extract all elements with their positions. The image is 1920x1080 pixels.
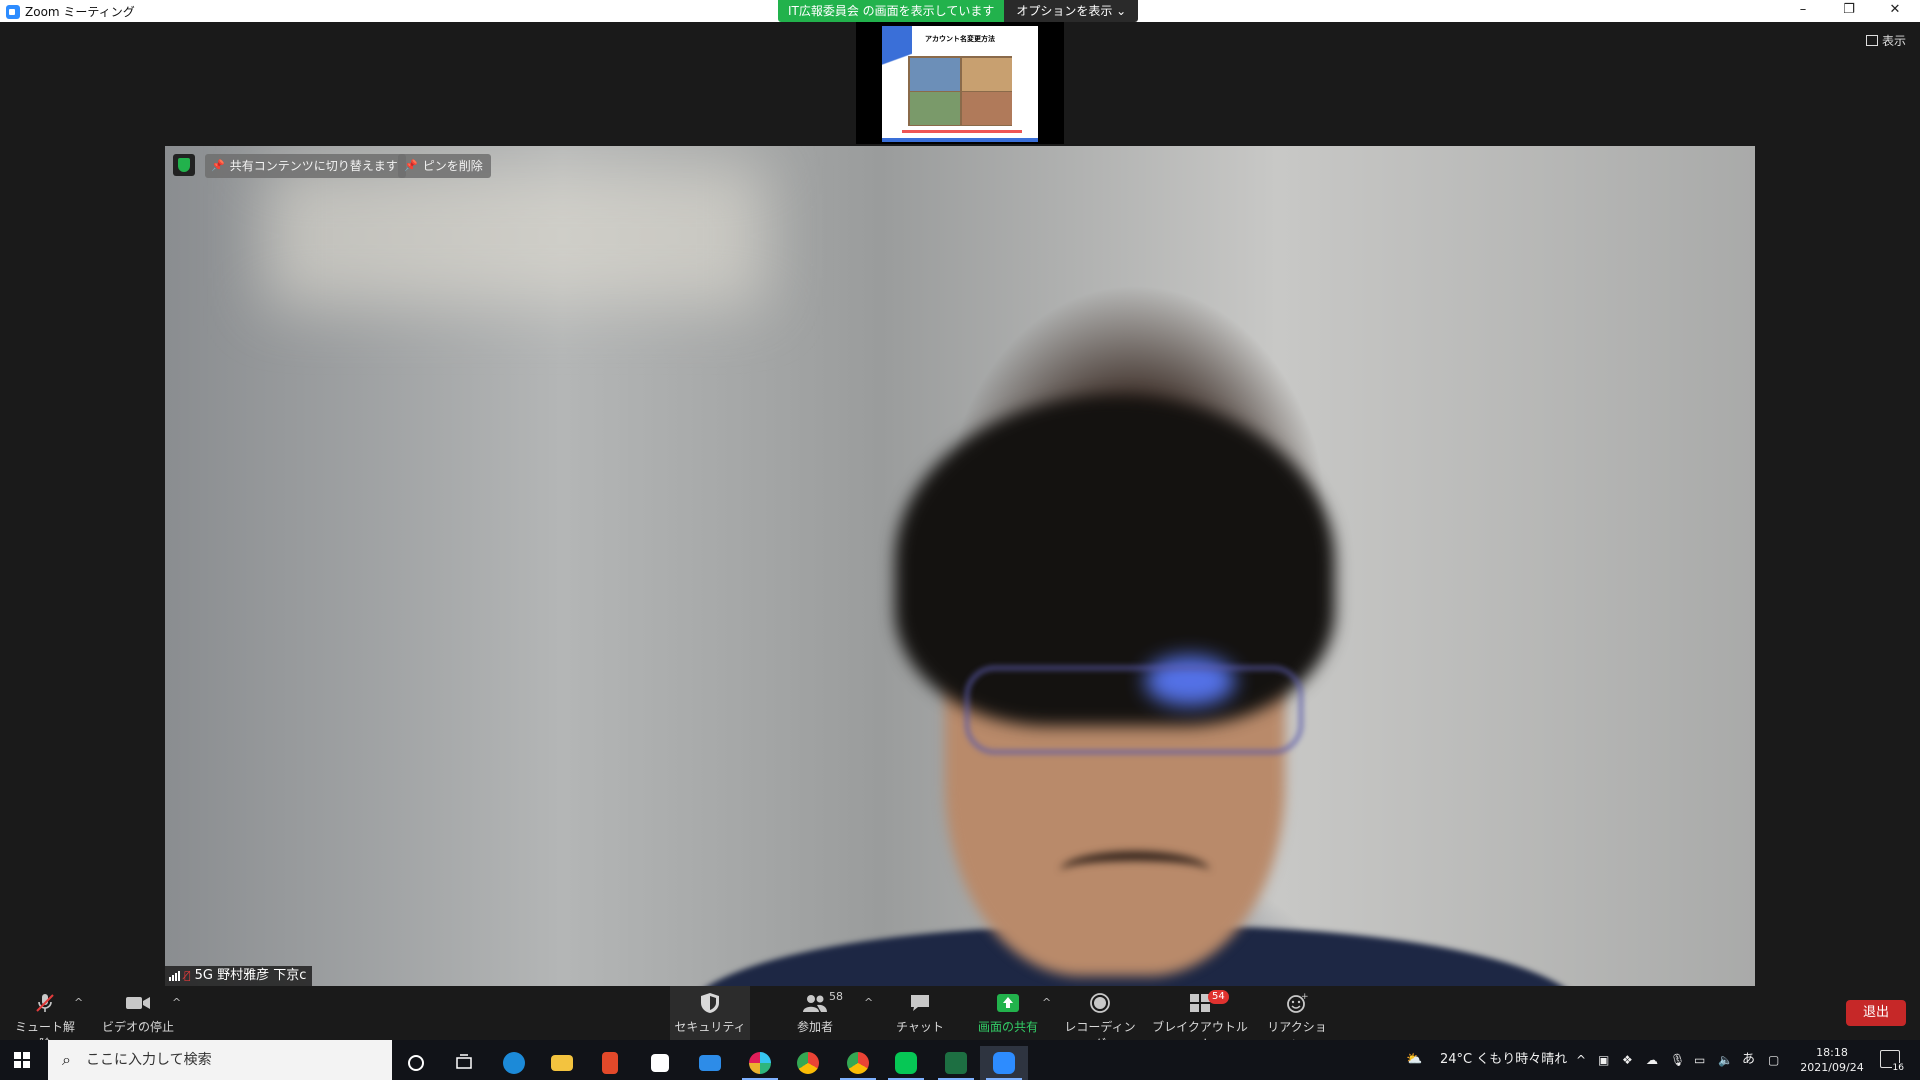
clock-time: 18:18	[1816, 1046, 1848, 1059]
pin-icon: 📌	[404, 159, 418, 172]
mic-muted-icon: 🎙̸	[184, 969, 191, 982]
record-icon	[1062, 992, 1138, 1014]
chrome-profile-icon[interactable]	[834, 1046, 882, 1080]
chat-label: チャット	[896, 1020, 944, 1034]
onedrive-icon[interactable]: ☁	[1646, 1040, 1658, 1080]
signal-icon	[169, 971, 180, 981]
search-icon: ⌕	[62, 1050, 71, 1069]
title-bar: Zoom ミーティング IT広報委員会 の画面を表示しています オプションを表示…	[0, 0, 1920, 22]
office-icon[interactable]	[586, 1046, 634, 1080]
video-camera-icon	[100, 992, 176, 1014]
store-icon[interactable]	[636, 1046, 684, 1080]
close-button[interactable]: ✕	[1872, 0, 1918, 22]
svg-text:+: +	[1301, 992, 1308, 1002]
view-button-label: 表示	[1881, 34, 1906, 48]
slide-title: アカウント名変更方法	[925, 35, 995, 43]
cortana-icon[interactable]	[392, 1046, 440, 1080]
stop-video-label: ビデオの停止	[101, 1020, 174, 1034]
shared-screen-thumbnail[interactable]: アカウント名変更方法	[856, 22, 1064, 144]
notification-center-icon[interactable]: 16	[1880, 1050, 1905, 1073]
grid-icon	[1865, 35, 1878, 46]
switch-label: 共有コンテンツに切り替えます	[229, 159, 398, 173]
notification-count: 16	[1891, 1063, 1905, 1073]
volume-icon[interactable]: 🔈	[1718, 1040, 1733, 1080]
chat-button[interactable]: チャット	[890, 992, 950, 1035]
search-placeholder: ここに入力して検索	[86, 1052, 212, 1068]
tray-overflow-chevron-icon[interactable]: ^	[1576, 1040, 1586, 1080]
windows-start-icon[interactable]	[14, 1052, 30, 1068]
slide-image	[908, 56, 1012, 126]
video-background	[265, 166, 765, 306]
dropbox-icon[interactable]: ❖	[1622, 1040, 1633, 1080]
clock-date: 2021/09/24	[1800, 1061, 1864, 1074]
leave-button[interactable]: 退出	[1846, 1000, 1906, 1026]
file-explorer-icon[interactable]	[538, 1046, 586, 1080]
ime-indicator[interactable]: あ	[1742, 1040, 1755, 1080]
zoom-taskbar-icon[interactable]	[980, 1046, 1028, 1080]
weather-text[interactable]: 24°C くもり時々晴れ	[1440, 1040, 1567, 1080]
view-options-button[interactable]: オプションを表示 ⌄	[1004, 0, 1139, 22]
minimize-button[interactable]: –	[1780, 0, 1826, 22]
window-title: Zoom ミーティング	[25, 5, 135, 19]
main-video[interactable]: 📌 共有コンテンツに切り替えます 📌 ピンを削除 🎙̸ 5G 野村雅彦 下京c	[165, 146, 1755, 986]
excel-icon[interactable]	[932, 1046, 980, 1080]
breakout-rooms-icon: 54	[1148, 990, 1252, 1014]
slide-bottom-bar	[882, 138, 1038, 142]
participants-icon: 58	[785, 990, 845, 1014]
security-button[interactable]: セキュリティ	[670, 992, 750, 1035]
video-options-caret[interactable]: ^	[172, 996, 181, 1009]
participant-count: 58	[829, 990, 843, 1003]
ime-pad-icon[interactable]: ▢	[1768, 1040, 1779, 1080]
slack-icon[interactable]	[736, 1046, 784, 1080]
line-icon[interactable]	[882, 1046, 930, 1080]
video-glasses	[965, 666, 1303, 754]
encryption-shield-icon[interactable]	[173, 154, 195, 176]
unpin-button[interactable]: 📌 ピンを削除	[398, 154, 491, 178]
taskbar-clock[interactable]: 18:18 2021/09/24	[1796, 1045, 1868, 1075]
restore-button[interactable]: ❐	[1826, 0, 1872, 22]
view-button[interactable]: 表示	[1865, 32, 1906, 49]
participant-name-tag: 🎙̸ 5G 野村雅彦 下京c	[165, 966, 313, 986]
zoom-logo-icon	[6, 4, 20, 19]
chrome-icon[interactable]	[784, 1046, 832, 1080]
slide-preview: アカウント名変更方法	[882, 26, 1038, 142]
task-view-icon[interactable]	[440, 1046, 488, 1080]
participants-button[interactable]: 58 参加者	[785, 990, 845, 1035]
weather-icon[interactable]: ⛅	[1406, 1040, 1422, 1080]
security-label: セキュリティ	[674, 1020, 746, 1034]
edge-icon[interactable]	[490, 1046, 538, 1080]
slide-footer	[902, 130, 1022, 133]
share-screen-icon	[970, 992, 1046, 1014]
chat-icon	[890, 992, 950, 1014]
stop-video-button[interactable]: ビデオの停止	[100, 992, 176, 1035]
unpin-label: ピンを削除	[422, 159, 483, 173]
participants-label: 参加者	[796, 1020, 833, 1034]
participant-name: 5G 野村雅彦 下京c	[194, 968, 307, 983]
share-options-caret[interactable]: ^	[1042, 996, 1051, 1009]
mail-icon[interactable]	[686, 1046, 734, 1080]
switch-to-shared-content-button[interactable]: 📌 共有コンテンツに切り替えます	[205, 154, 406, 178]
taskbar-search-box[interactable]: ⌕ ここに入力して検索	[48, 1040, 392, 1080]
video-mouth	[1060, 851, 1210, 891]
meeting-toolbar: ミュート解除 ^ ビデオの停止 ^ セキュリティ 58 参加者 ^ チャット 画…	[0, 986, 1920, 1051]
share-banner: IT広報委員会 の画面を表示しています オプションを表示 ⌄	[778, 0, 1139, 22]
tray-device-icon[interactable]: ▣	[1598, 1040, 1609, 1080]
share-screen-button[interactable]: 画面の共有	[970, 992, 1046, 1035]
pin-icon: 📌	[211, 159, 225, 172]
mic-off-icon	[10, 992, 80, 1014]
windows-taskbar: ⌕ ここに入力して検索 ⛅ 24°C くもり時々晴れ ^ ▣ ❖ ☁ 🎙 ▭ 🔈…	[0, 1040, 1920, 1080]
network-icon[interactable]: ▭	[1694, 1040, 1705, 1080]
smiley-icon: +	[1262, 992, 1332, 1014]
share-status: IT広報委員会 の画面を表示しています	[778, 0, 1005, 22]
share-screen-label: 画面の共有	[977, 1020, 1038, 1034]
microphone-icon[interactable]: 🎙	[1670, 1040, 1685, 1080]
participants-options-caret[interactable]: ^	[864, 996, 873, 1009]
view-options-label: オプションを表示	[1016, 4, 1113, 18]
shield-icon	[670, 992, 750, 1014]
app-title: Zoom ミーティング	[6, 3, 135, 20]
breakout-badge: 54	[1208, 990, 1229, 1004]
audio-options-caret[interactable]: ^	[74, 996, 83, 1009]
